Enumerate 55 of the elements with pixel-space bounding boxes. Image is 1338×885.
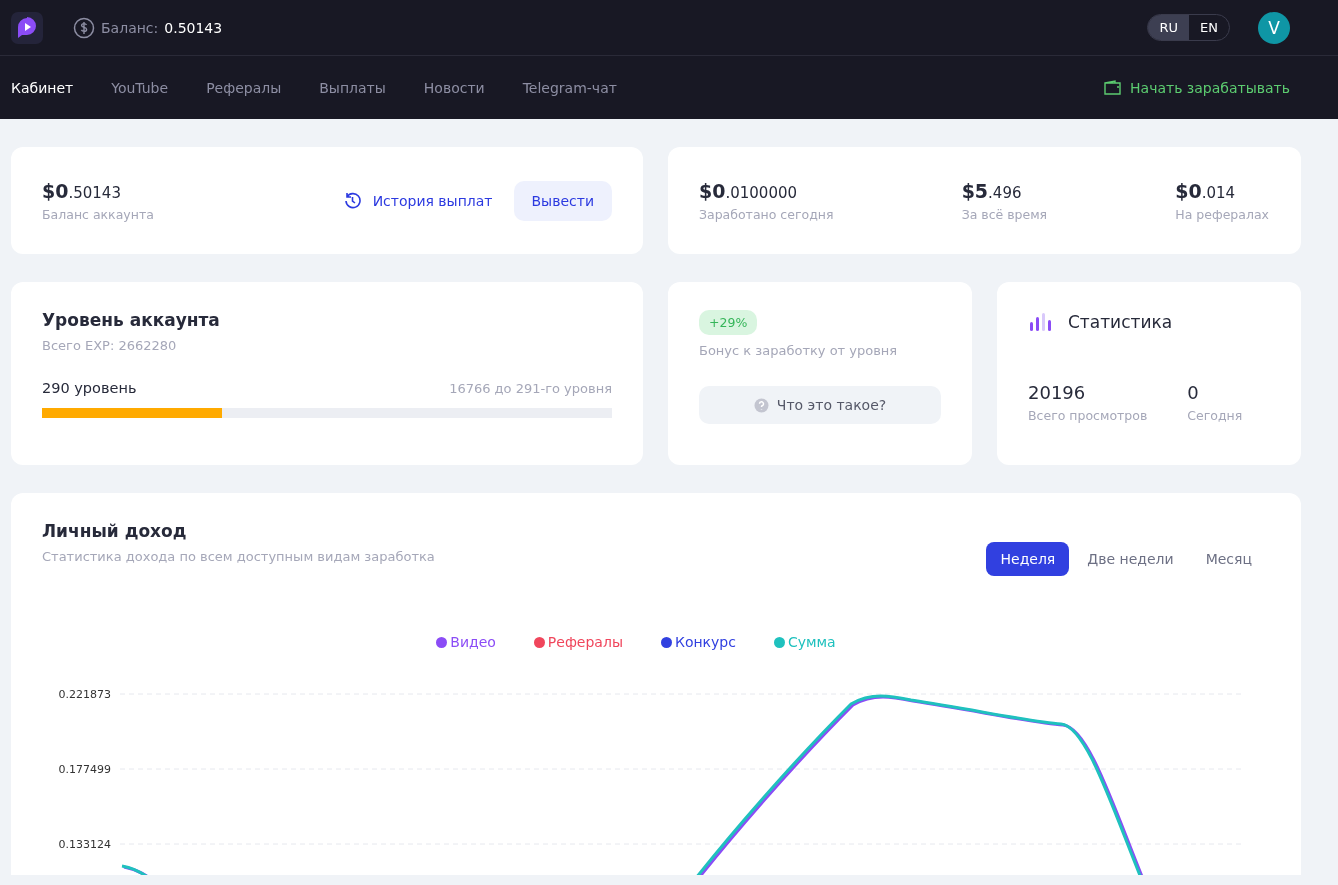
bar-chart-icon [1028, 312, 1052, 332]
start-earning-link[interactable]: Начать зарабатывать [1104, 79, 1290, 96]
balance-value: 0.50143 [164, 19, 223, 36]
stat-value: 20196 [1028, 382, 1087, 403]
y-axis-label: 0.221873 [58, 687, 111, 702]
language-option[interactable]: EN [1189, 15, 1229, 40]
logo-icon[interactable] [11, 11, 43, 44]
legend-item[interactable]: Видео [436, 634, 496, 650]
stat-value: 0 [1187, 382, 1200, 403]
what-is-this-button[interactable]: Что это такое? [699, 386, 941, 424]
exp-total: Всего EXP: 2662280 [42, 338, 178, 353]
legend-item[interactable]: Рефералы [533, 634, 623, 650]
avatar[interactable]: V [1258, 11, 1290, 44]
balance-label: Баланс: [101, 19, 159, 36]
stat-caption: Сегодня [1187, 408, 1243, 423]
question-icon [753, 397, 769, 413]
y-axis-label: 0.133124 [58, 837, 111, 852]
nav-item[interactable]: Telegram-чат [522, 79, 617, 96]
income-title: Личный доход [42, 521, 188, 541]
level-title: Уровень аккаунта [42, 310, 221, 330]
earnings-caption: Заработано сегодня [699, 206, 834, 222]
amount: $0.50143 [42, 179, 122, 202]
period-tab[interactable]: Две недели [1073, 542, 1188, 576]
nav-item[interactable]: Рефералы [206, 79, 282, 96]
legend-item[interactable]: Конкурс [660, 634, 736, 650]
legend-label: Сумма [787, 634, 836, 650]
amount: $0.0100000 [699, 179, 799, 202]
language-option[interactable]: RU [1148, 15, 1190, 40]
income-subtitle: Статистика дохода по всем доступным видам заработка [42, 549, 435, 564]
level-remaining: 16766 до 291-го уровня [449, 381, 612, 396]
legend-label: Видео [450, 634, 496, 650]
amount: $5.496 [961, 179, 1023, 202]
wallet-icon [1104, 80, 1122, 95]
y-axis-label: 0.177499 [58, 762, 111, 777]
payout-history-link[interactable]: История выплат [343, 192, 493, 209]
period-tab[interactable]: Неделя [986, 542, 1070, 576]
statistics-title: Статистика [1068, 312, 1173, 332]
nav-item[interactable]: Выплаты [319, 79, 386, 96]
dollar-icon [73, 16, 95, 39]
legend-label: Конкурс [674, 634, 736, 650]
earnings-caption: За всё время [961, 206, 1048, 222]
bonus-badge: +29% [699, 310, 758, 335]
earnings-caption: На рефералах [1175, 206, 1269, 222]
history-icon [343, 192, 361, 209]
nav-item[interactable]: Кабинет [11, 79, 74, 96]
balance-caption: Баланс аккаунта [42, 206, 154, 222]
legend-label: Рефералы [547, 634, 623, 650]
nav-item[interactable]: YouTube [111, 79, 169, 96]
bonus-caption: Бонус к заработку от уровня [699, 343, 899, 358]
amount: $0.014 [1175, 179, 1237, 202]
stat-caption: Всего просмотров [1028, 408, 1148, 423]
withdraw-button[interactable]: Вывести [513, 180, 612, 221]
period-tab[interactable]: Месяц [1191, 542, 1266, 576]
nav-item[interactable]: Новости [423, 79, 485, 96]
level-label: 290 уровень [42, 380, 137, 396]
